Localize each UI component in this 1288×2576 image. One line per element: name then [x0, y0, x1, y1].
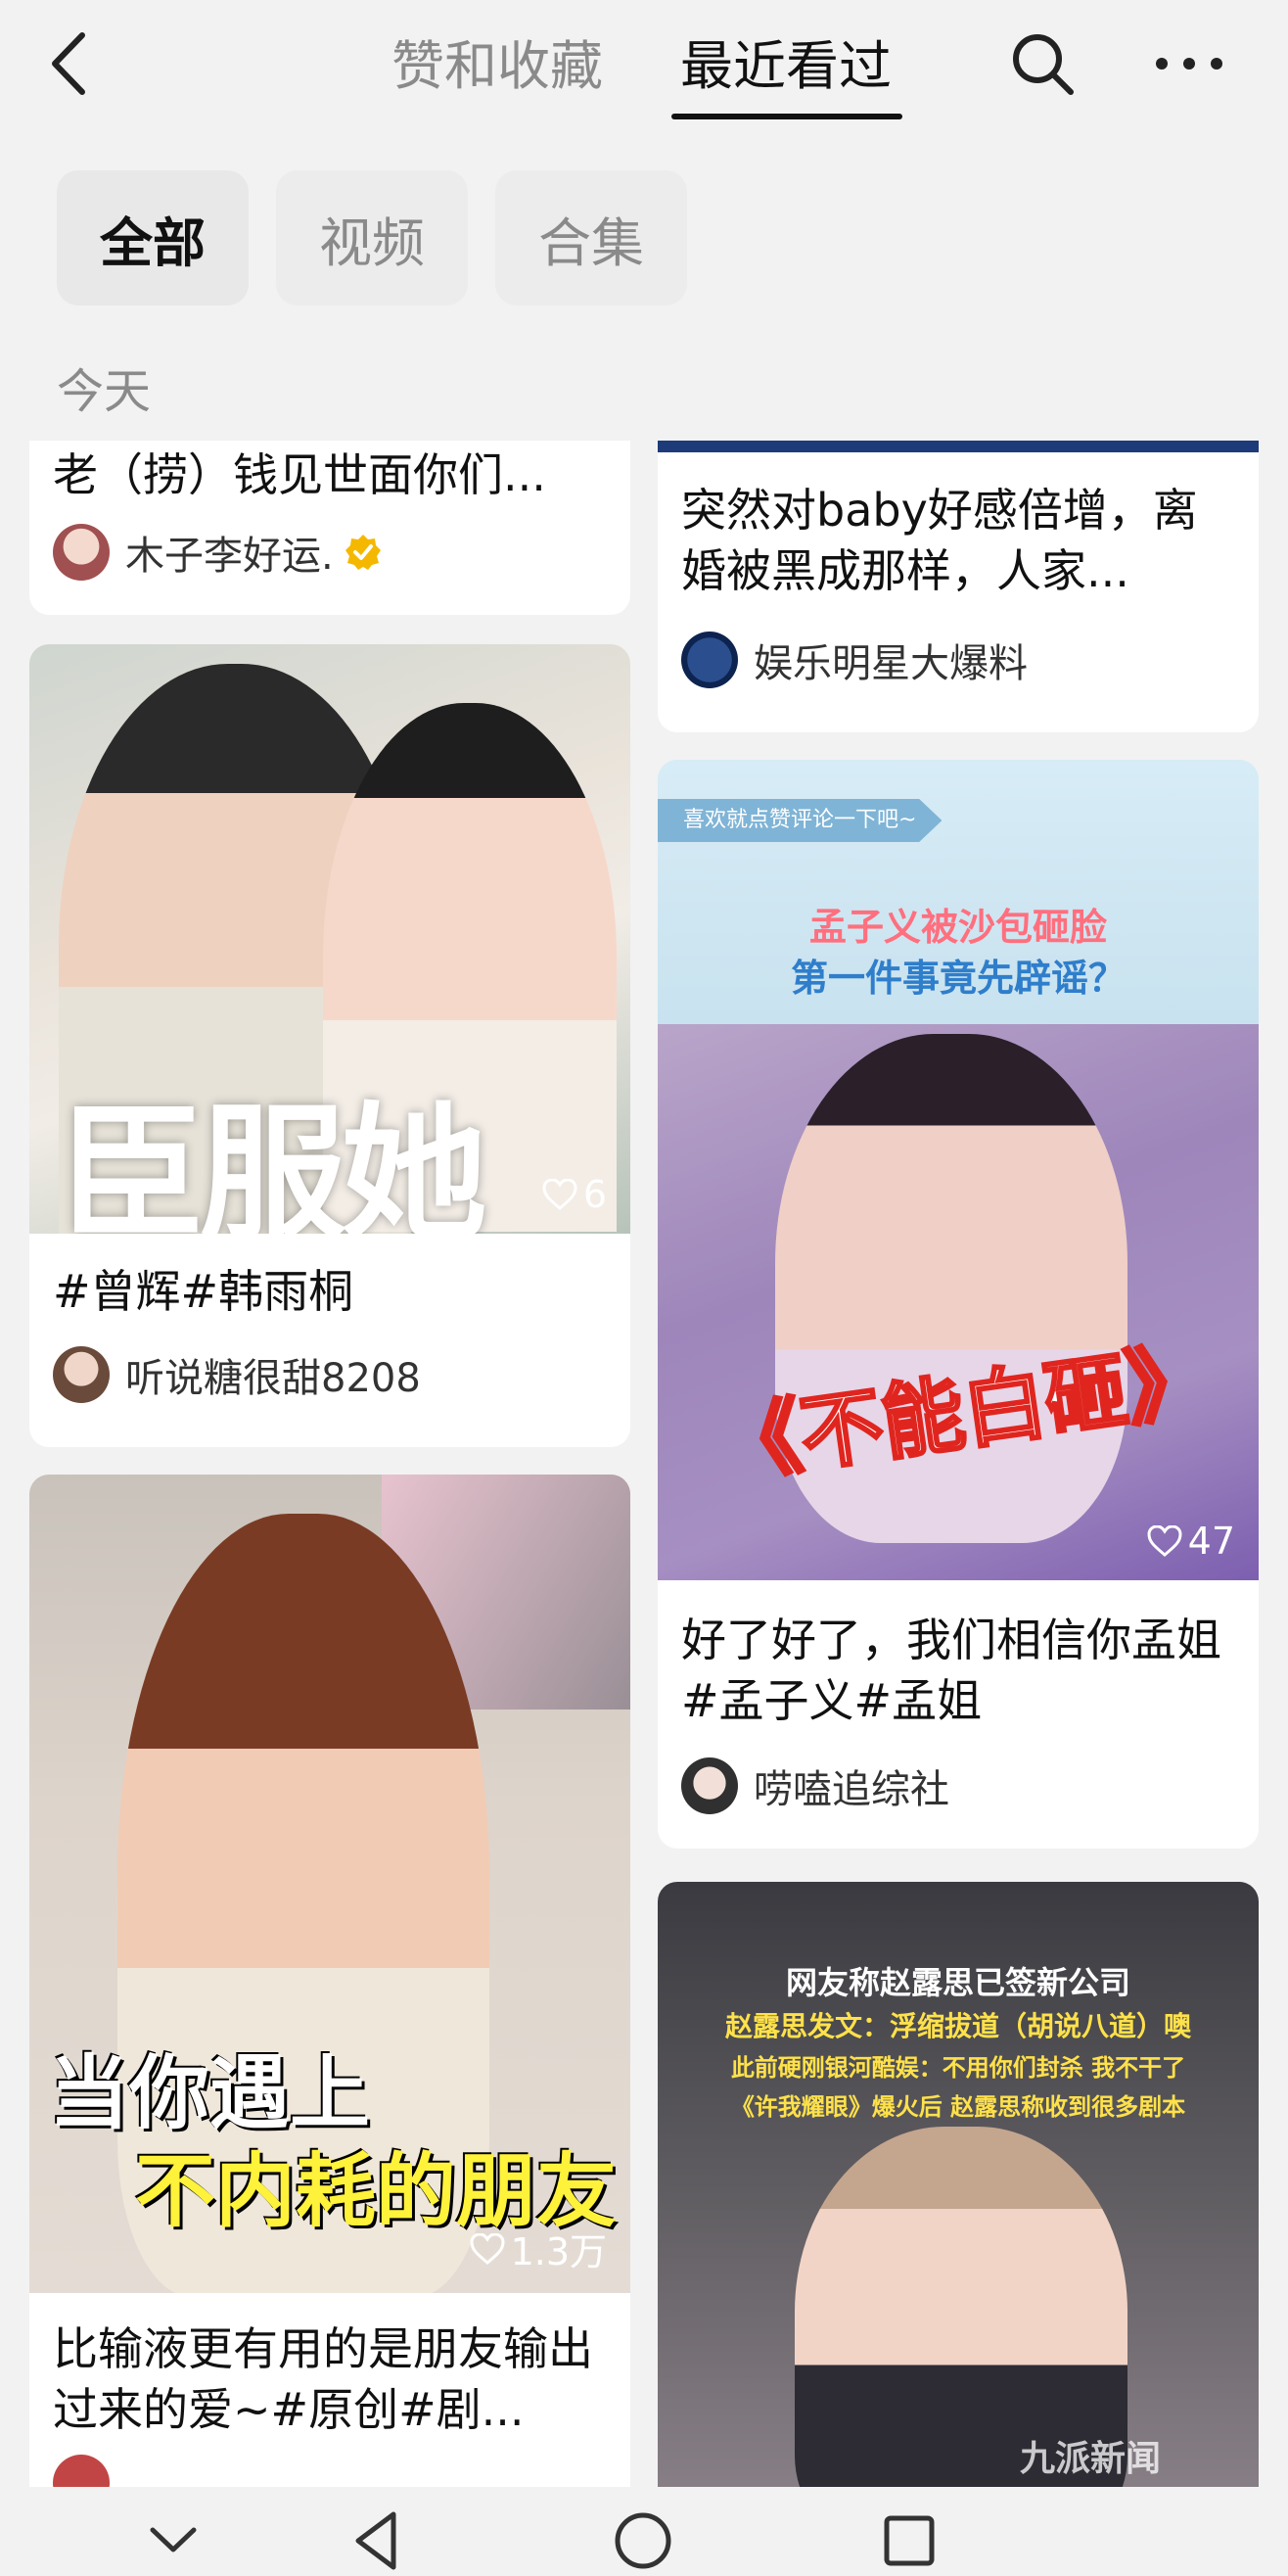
video-thumbnail: 网友称赵露思已签新公司 赵露思发文：浮缩拔道（胡说八道）噢 此前硬刚银河酷娱：不…	[658, 1882, 1259, 2487]
video-thumbnail: 臣服她 6	[29, 644, 630, 1234]
like-count-value: 6	[582, 1173, 607, 1216]
author-name: 唠嗑追综社	[754, 1767, 949, 1812]
watermark: 九派新闻	[1020, 2438, 1162, 2479]
like-count: 6	[542, 1173, 607, 1216]
back-triangle-icon[interactable]	[343, 2506, 411, 2575]
card-author[interactable]: 听说糖很甜8208	[29, 1335, 630, 1414]
author-name: 娱乐明星大爆料	[754, 641, 1028, 686]
more-horizontal-icon[interactable]	[1150, 29, 1228, 98]
banner-ribbon: 喜欢就点赞评论一下吧~	[658, 799, 943, 842]
verified-badge-icon	[344, 533, 383, 572]
author-name: 听说糖很甜8208	[125, 1356, 421, 1401]
recents-square-icon[interactable]	[875, 2506, 943, 2575]
avatar	[53, 524, 110, 581]
avatar	[53, 1346, 110, 1403]
heart-icon	[1147, 1525, 1182, 1557]
video-card[interactable]: 网友称赵露思已签新公司 赵露思发文：浮缩拔道（胡说八道）噢 此前硬刚银河酷娱：不…	[658, 1882, 1259, 2487]
avatar	[53, 2455, 110, 2487]
heart-icon	[470, 2232, 505, 2265]
card-title: #曾辉#韩雨桐	[53, 1265, 354, 1318]
section-label-today: 今天	[57, 364, 152, 419]
video-thumbnail: 喜欢就点赞评论一下吧~ 孟子义被沙包砸脸 第一件事竟先辟谣？ 《不能白砸》 47	[658, 760, 1259, 1580]
like-count-value: 47	[1187, 1520, 1235, 1563]
home-circle-icon[interactable]	[609, 2506, 677, 2575]
tab-recently-viewed[interactable]: 最近看过	[680, 27, 892, 106]
video-thumbnail: 当你遇上 不内耗的朋友 1.3万	[29, 1475, 630, 2293]
card-author[interactable]: 娱乐明星大爆料	[658, 621, 1259, 699]
thumbnail-overlay-text: 臣服她	[59, 1088, 487, 1234]
headline-line: 网友称赵露思已签新公司	[785, 1964, 1130, 2001]
headline-line: 赵露思发文：浮缩拔道（胡说八道）噢	[724, 2010, 1191, 2042]
active-tab-indicator	[671, 114, 902, 119]
top-bar: 赞和收藏 最近看过	[0, 0, 1288, 137]
video-card[interactable]: 当你遇上 不内耗的朋友 1.3万 比输液更有用的是朋友输出过来的爱~#原创#剧.…	[29, 1475, 630, 2487]
avatar	[681, 1757, 738, 1814]
feed[interactable]: 老（捞）钱见世面你们... 木子李好运. 臣服她 6 #曾辉#韩雨桐 听说糖很甜…	[0, 441, 1288, 2487]
like-count: 1.3万	[470, 2222, 607, 2275]
search-icon[interactable]	[1008, 29, 1077, 98]
video-card[interactable]: 突然对baby好感倍增，离婚被黑成那样，人家... 娱乐明星大爆料	[658, 441, 1259, 732]
card-title: 好了好了，我们相信你孟姐#孟子义#孟姐	[681, 1614, 1221, 1727]
filter-all[interactable]: 全部	[57, 170, 249, 305]
like-count-value: 1.3万	[510, 2230, 607, 2273]
video-card[interactable]: 臣服她 6 #曾辉#韩雨桐 听说糖很甜8208	[29, 644, 630, 1447]
tab-likes-favorites[interactable]: 赞和收藏	[391, 27, 603, 106]
card-author[interactable]: 唠嗑追综社	[658, 1747, 1259, 1825]
card-author[interactable]	[29, 2444, 630, 2487]
video-card[interactable]: 喜欢就点赞评论一下吧~ 孟子义被沙包砸脸 第一件事竟先辟谣？ 《不能白砸》 47…	[658, 760, 1259, 1849]
headline-line: 《许我耀眼》爆火后 赵露思称收到很多剧本	[730, 2093, 1186, 2121]
thumbnail-edge	[658, 441, 1259, 452]
avatar	[681, 632, 738, 688]
back-icon[interactable]	[39, 29, 98, 98]
video-card[interactable]: 老（捞）钱见世面你们... 木子李好运.	[29, 441, 630, 615]
headline-line: 孟子义被沙包砸脸	[808, 906, 1107, 949]
like-count: 47	[1147, 1520, 1235, 1563]
card-title: 老（捞）钱见世面你们...	[53, 448, 546, 501]
headline-line: 此前硬刚银河酷娱：不用你们封杀 我不干了	[730, 2054, 1186, 2082]
headline-line: 第一件事竟先辟谣？	[790, 957, 1126, 1000]
card-author[interactable]: 木子李好运.	[29, 513, 630, 591]
heart-icon	[542, 1179, 577, 1210]
author-name: 木子李好运.	[125, 534, 334, 579]
card-title: 比输液更有用的是朋友输出过来的爱~#原创#剧...	[53, 2322, 593, 2436]
chevron-down-icon[interactable]	[139, 2506, 207, 2575]
filter-collection[interactable]: 合集	[495, 170, 687, 305]
filter-video[interactable]: 视频	[276, 170, 468, 305]
card-title: 突然对baby好感倍增，离婚被黑成那样，人家...	[681, 484, 1198, 597]
